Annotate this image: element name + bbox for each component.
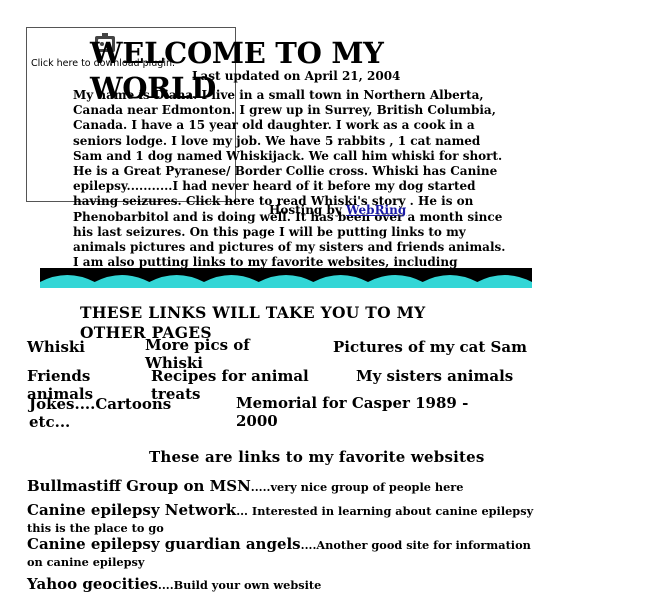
favorite-item: Canine epilepsy Network... Interested in… (27, 502, 547, 536)
link-cat-sam[interactable]: Pictures of my cat Sam (333, 338, 553, 356)
favorite-link-yahoo-geocities[interactable]: Yahoo geocities (27, 575, 158, 593)
webring-link[interactable]: WebRing (346, 203, 406, 217)
link-sisters-animals[interactable]: My sisters animals (356, 367, 536, 385)
hosting-label: Hosting by (269, 203, 342, 217)
favorite-link-bullmastiff[interactable]: Bullmastiff Group on MSN (27, 477, 251, 495)
favorite-desc: ....Build your own website (157, 578, 322, 592)
link-memorial-casper[interactable]: Memorial for Casper 1989 - 2000 (236, 394, 496, 430)
favorite-websites-heading: These are links to my favorite websites (149, 448, 485, 466)
favorite-desc: .....very nice group of people here (250, 480, 464, 494)
intro-paragraph: My name is Diana. I live in a small town… (73, 88, 506, 269)
webring-hosting-line: Hosting by WebRing (269, 203, 406, 217)
favorite-item: Canine epilepsy guardian angels....Anoth… (27, 536, 547, 570)
wave-divider (40, 268, 532, 288)
link-whiski[interactable]: Whiski (27, 338, 127, 356)
last-updated-text: Last updated on April 21, 2004 (192, 69, 401, 83)
favorite-link-guardian-angels[interactable]: Canine epilepsy guardian angels (27, 535, 301, 553)
other-pages-heading: THESE LINKS WILL TAKE YOU TO MY OTHER PA… (80, 303, 426, 342)
favorite-item: Bullmastiff Group on MSN.....very nice g… (27, 478, 547, 495)
favorite-link-canine-epilepsy-network[interactable]: Canine epilepsy Network (27, 501, 236, 519)
favorite-item: Yahoo geocities....Build your own websit… (27, 576, 547, 593)
link-jokes-cartoons[interactable]: Jokes....Cartoons etc... (29, 395, 199, 431)
